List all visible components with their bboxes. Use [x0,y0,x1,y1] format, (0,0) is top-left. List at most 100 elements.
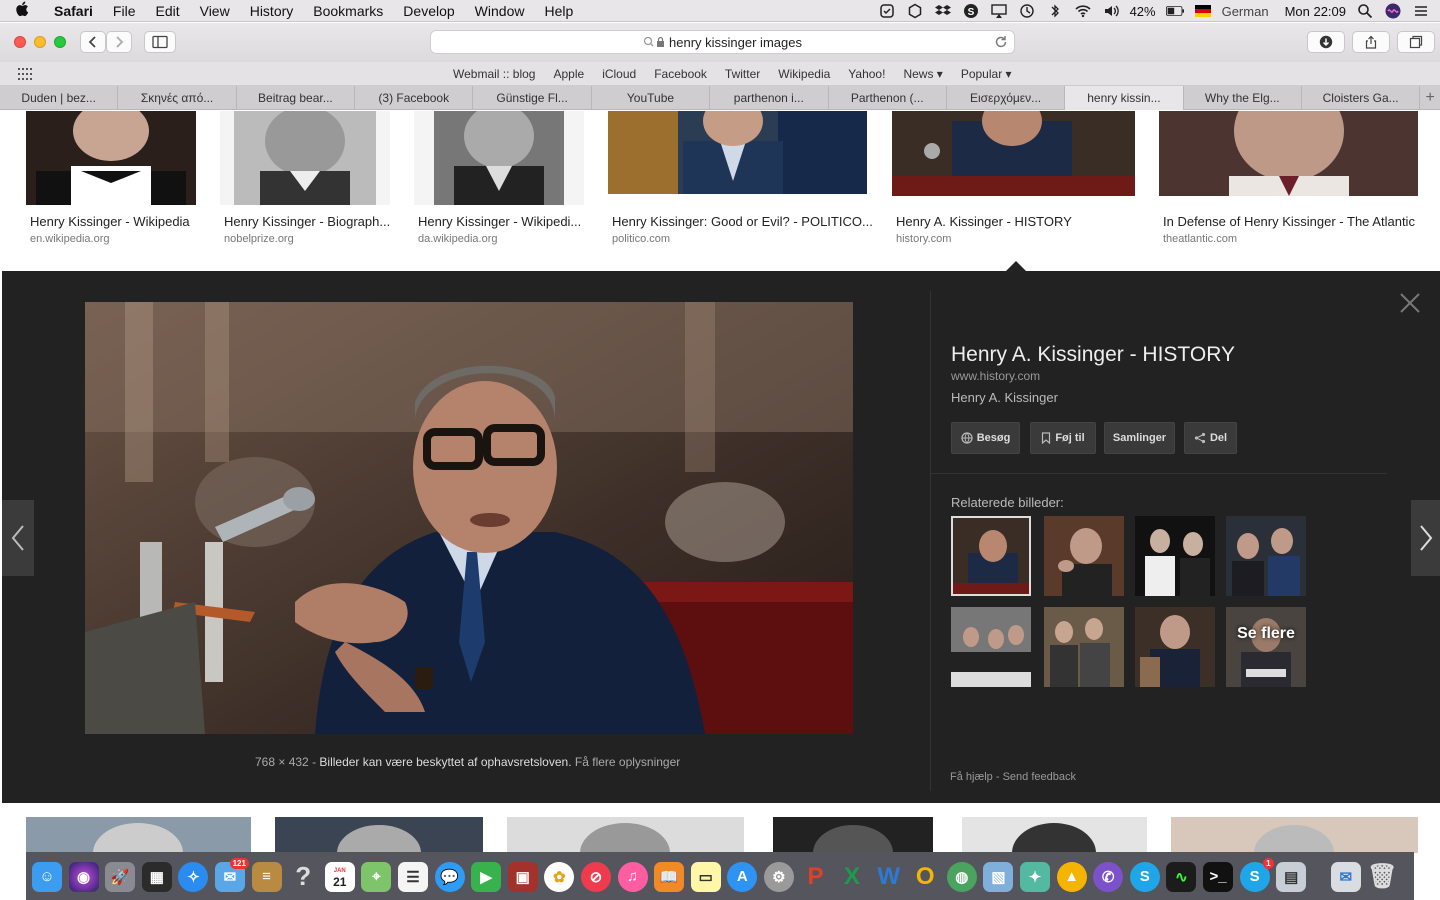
save-button[interactable]: Føj til [1030,422,1096,454]
reminders-icon[interactable]: ☰ [397,861,428,892]
siri-icon[interactable]: ◉ [68,861,99,892]
result-thumbnail[interactable] [1159,111,1418,196]
share-button[interactable]: Del [1184,422,1237,454]
notification-center-icon[interactable] [1412,3,1430,19]
favorite-twitter[interactable]: Twitter [725,67,760,81]
result-thumbnail[interactable] [220,111,390,205]
related-image[interactable] [1135,516,1215,596]
activity-monitor-icon[interactable]: ∿ [1166,861,1197,892]
feedback-link[interactable]: Send feedback [1003,771,1076,783]
previous-image-button[interactable] [2,500,34,576]
visit-button[interactable]: Besøg [951,422,1020,454]
stickies-icon[interactable]: ▭ [690,861,721,892]
fullscreen-window-button[interactable] [54,36,66,48]
result-title[interactable]: Henry A. Kissinger - HISTORY [896,214,1072,229]
tab-parthenon-images[interactable]: parthenon i... [710,86,829,110]
tab-cloisters[interactable]: Cloisters Ga... [1302,86,1421,110]
word-icon[interactable]: W [874,862,904,892]
downloads-stack-icon[interactable]: ✉ [1330,861,1361,892]
favorite-news-folder[interactable]: News ▾ [903,67,942,81]
result-thumbnail[interactable] [507,817,744,853]
favorite-popular-folder[interactable]: Popular ▾ [961,67,1012,81]
result-title[interactable]: In Defense of Henry Kissinger - The Atla… [1163,214,1415,229]
menu-history[interactable]: History [240,3,304,19]
result-title[interactable]: Henry Kissinger - Wikipedia [30,214,190,229]
tools-icon[interactable]: ✦ [1020,861,1051,892]
back-button[interactable] [80,31,106,53]
skype-icon[interactable]: S 1 [1239,857,1274,892]
bluetooth-icon[interactable] [1046,3,1064,19]
favorite-yahoo[interactable]: Yahoo! [848,67,885,81]
main-photo[interactable] [85,302,853,734]
launchpad-icon[interactable]: 🚀 [105,861,136,892]
result-title[interactable]: Henry Kissinger: Good or Evil? - POLITIC… [612,214,873,229]
menu-edit[interactable]: Edit [145,3,189,19]
reload-icon[interactable] [994,35,1008,49]
menu-view[interactable]: View [190,3,240,19]
trash-icon[interactable]: 🗑 [1367,862,1397,892]
related-image[interactable] [951,607,1031,687]
favorite-icloud[interactable]: iCloud [602,67,636,81]
photo-booth-icon[interactable]: ▣ [507,861,538,892]
minimize-window-button[interactable] [34,36,46,48]
menu-window[interactable]: Window [465,3,535,19]
collections-button[interactable]: Samlinger [1104,422,1175,454]
favorite-wikipedia[interactable]: Wikipedia [778,67,830,81]
related-image[interactable] [1044,607,1124,687]
share-button[interactable] [1352,31,1390,53]
skype-status-icon[interactable]: S [962,3,980,19]
tab-duden[interactable]: Duden | bez... [0,86,119,110]
new-tab-plus-icon[interactable]: + [1420,86,1440,110]
siri-icon[interactable] [1384,3,1402,19]
result-thumbnail[interactable] [962,817,1147,853]
tab-guenstige[interactable]: Günstige Fl... [473,86,592,110]
apple-menu-icon[interactable] [0,1,44,21]
app-menu-safari[interactable]: Safari [44,3,103,19]
favorite-facebook[interactable]: Facebook [654,67,707,81]
help-icon[interactable]: ? [288,861,318,892]
messages-icon[interactable]: 💬 [434,861,465,892]
favorite-webmail[interactable]: Webmail :: blog [453,67,535,81]
result-thumbnail[interactable] [414,111,584,205]
favorite-apple[interactable]: Apple [553,67,584,81]
see-more-related[interactable]: Se flere [1226,607,1306,687]
result-thumbnail[interactable] [892,111,1135,196]
related-image[interactable] [1135,607,1215,687]
related-image[interactable] [951,516,1031,596]
photos-icon[interactable]: ✿ [544,861,575,892]
result-title[interactable]: Henry Kissinger - Biograph... [224,214,390,229]
german-flag-icon[interactable] [1194,3,1212,19]
menu-develop[interactable]: Develop [393,3,464,19]
mission-control-icon[interactable]: ▦ [141,861,172,892]
tab-parthenon[interactable]: Parthenon (... [829,86,947,110]
tab-facebook[interactable]: (3) Facebook [355,86,474,110]
result-thumbnail[interactable] [26,111,196,205]
preview-title[interactable]: Henry A. Kissinger - HISTORY [951,343,1235,367]
tab-beitrag[interactable]: Beitrag bear... [237,86,356,110]
notes-icon[interactable]: ≡ [251,861,282,892]
tab-overview-button[interactable] [1397,31,1435,53]
wifi-icon[interactable] [1074,3,1092,19]
result-thumbnail[interactable] [608,111,867,194]
finder-icon[interactable]: ☺ [32,861,62,892]
result-thumbnail[interactable] [275,817,483,853]
excel-icon[interactable]: X [837,862,867,892]
tab-inbox[interactable]: Εισερχόμεν... [947,86,1066,110]
input-language[interactable]: German [1222,4,1269,19]
preview-icon[interactable]: ▧ [983,861,1014,892]
spotlight-icon[interactable] [1356,3,1374,19]
related-image[interactable] [1044,516,1124,596]
sidebar-button[interactable] [144,31,176,53]
image-capture-icon[interactable]: ▤ [1276,861,1307,892]
tab-skenes[interactable]: Σκηνές από... [118,86,237,110]
books-icon[interactable]: 📖 [654,861,685,892]
itunes-icon[interactable]: ♫ [617,861,648,892]
result-thumbnail[interactable] [773,817,933,853]
mail-icon[interactable]: ✉ 121 [214,857,249,892]
outlook-icon[interactable]: O [910,862,940,892]
tab-henry-kissinger[interactable]: henry kissin... [1065,86,1184,110]
internet-connect-icon[interactable]: ◍ [946,861,977,892]
check-circle-icon[interactable] [878,3,896,19]
dropbox-icon[interactable] [934,3,952,19]
tab-elgin[interactable]: Why the Elg... [1184,86,1302,110]
